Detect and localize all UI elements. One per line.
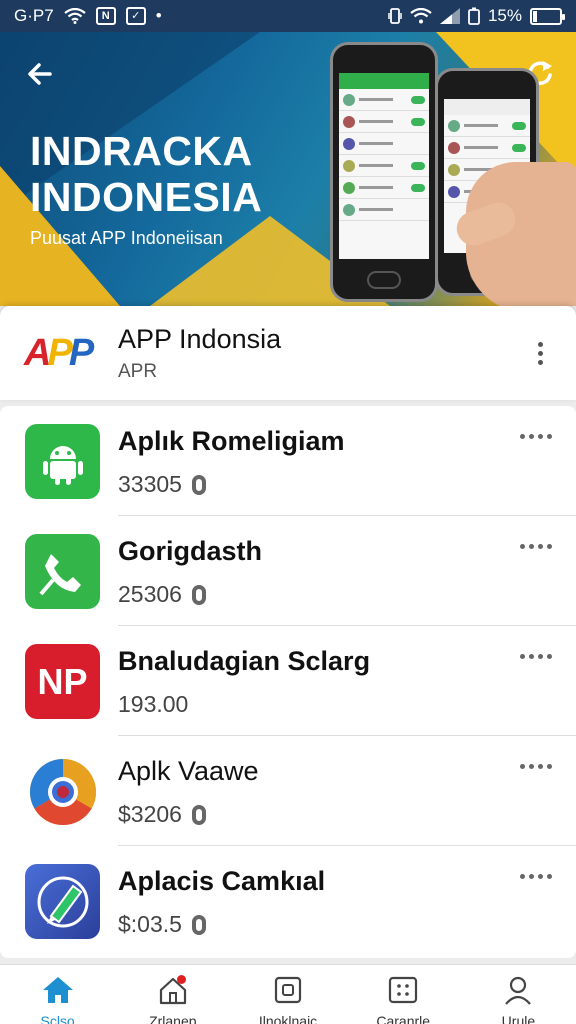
nav-item-profile[interactable]: Urule [461,965,576,1024]
list-item[interactable]: Aplık Romeligiam 33305 [0,406,576,516]
square-icon [271,975,305,1005]
hero-banner: INDRACKA INDONESIA Puusat APP Indoneiisa… [0,32,576,306]
wifi-icon [64,8,86,24]
app-name: Bnaludagian Sclarg [118,646,371,676]
banner-title-line1: INDRACKA [30,128,253,174]
app-meta: $3206 [118,801,259,828]
vibrate-icon [388,7,402,25]
status-left: G·P7 N ✓ • [14,6,388,26]
list-item-text: Aplacis Camkıal $:03.5 [118,866,325,938]
more-horizontal-icon[interactable] [520,764,552,769]
chrome-icon [25,754,100,829]
banner-title: INDRACKA INDONESIA [30,128,262,220]
apps-icon [386,975,420,1005]
back-arrow-icon[interactable] [24,58,60,94]
list-item-text: Gorigdasth 25306 [118,536,262,608]
featured-app-card[interactable]: APP APP Indonsia APR [0,306,576,400]
dot-icon: • [155,6,162,25]
more-horizontal-icon[interactable] [520,434,552,439]
home-icon [41,975,75,1005]
banner-subtitle: Puusat APP Indoneiisan [30,228,223,248]
nfc-icon: N [95,7,116,25]
nav-item-apps[interactable]: Caranrle [346,965,461,1024]
nav-label: Caranrle [376,1013,431,1024]
nav-item-home[interactable]: Sclso [0,965,115,1024]
nav-label: Urule [501,1013,536,1024]
nav-label: Ilnoklnaic [258,1013,318,1024]
list-item[interactable]: Aplk Vaawe $3206 [0,736,576,846]
zero-icon [191,804,206,825]
carrier-label: G·P7 [14,6,54,25]
battery-saver-icon [468,7,480,25]
app-meta: 33305 [118,471,345,498]
list-item-text: Aplık Romeligiam 33305 [118,426,345,498]
app-name: Aplık Romeligiam [118,426,345,456]
status-bar: G·P7 N ✓ • 15% [0,0,576,32]
nav-label: Zrlanep [149,1013,197,1024]
app-name: Aplacis Camkıal [118,866,326,896]
profile-icon [501,975,535,1005]
android-icon [25,424,100,499]
list-item[interactable]: Aplacis Camkıal $:03.5 [0,846,576,956]
battery-percent: 15% [487,6,522,25]
app-logo: APP [24,332,94,374]
bottom-navigation: Sclso Zrlanep Ilnoklnaic Caranrle Urule [0,964,576,1024]
battery-icon [530,7,565,25]
zero-icon [191,474,206,495]
cell-signal-icon [439,8,460,24]
phone-screen [339,73,429,259]
app-list: Aplık Romeligiam 33305 Gorigdasth 25306 … [0,406,576,958]
featured-app-subtitle: APR [118,360,158,382]
featured-app-info: APP Indonsia APR [118,324,528,383]
more-vertical-icon[interactable] [528,333,552,373]
nav-item-library[interactable]: Ilnoklnaic [230,965,345,1024]
np-icon: NP [25,644,100,719]
app-meta: 193.00 [118,691,189,717]
pen-icon [25,864,100,939]
wifi-signal-icon [410,8,432,24]
featured-app-name: APP Indonsia [118,323,282,354]
phone-icon [25,534,100,609]
list-item-text: Aplk Vaawe $3206 [118,756,259,828]
app-meta: 25306 [118,581,262,608]
more-horizontal-icon[interactable] [520,874,552,879]
list-item[interactable]: NP Bnaludagian Sclarg 193.00 [0,626,576,736]
image-icon: ✓ [125,7,146,25]
zero-icon [191,584,206,605]
nav-item-explore[interactable]: Zrlanep [115,965,230,1024]
app-meta: $:03.5 [118,911,325,938]
app-name: Gorigdasth [118,536,263,566]
list-item-text: Bnaludagian Sclarg 193.00 [118,646,370,718]
list-item[interactable]: Gorigdasth 25306 [0,516,576,626]
app-name: Aplk Vaawe [118,756,259,786]
zero-icon [191,914,206,935]
more-horizontal-icon[interactable] [520,544,552,549]
phone-illustration [330,42,438,302]
more-horizontal-icon[interactable] [520,654,552,659]
banner-title-line2: INDONESIA [30,174,263,220]
status-right: 15% [388,6,565,26]
nav-label: Sclso [40,1013,75,1024]
